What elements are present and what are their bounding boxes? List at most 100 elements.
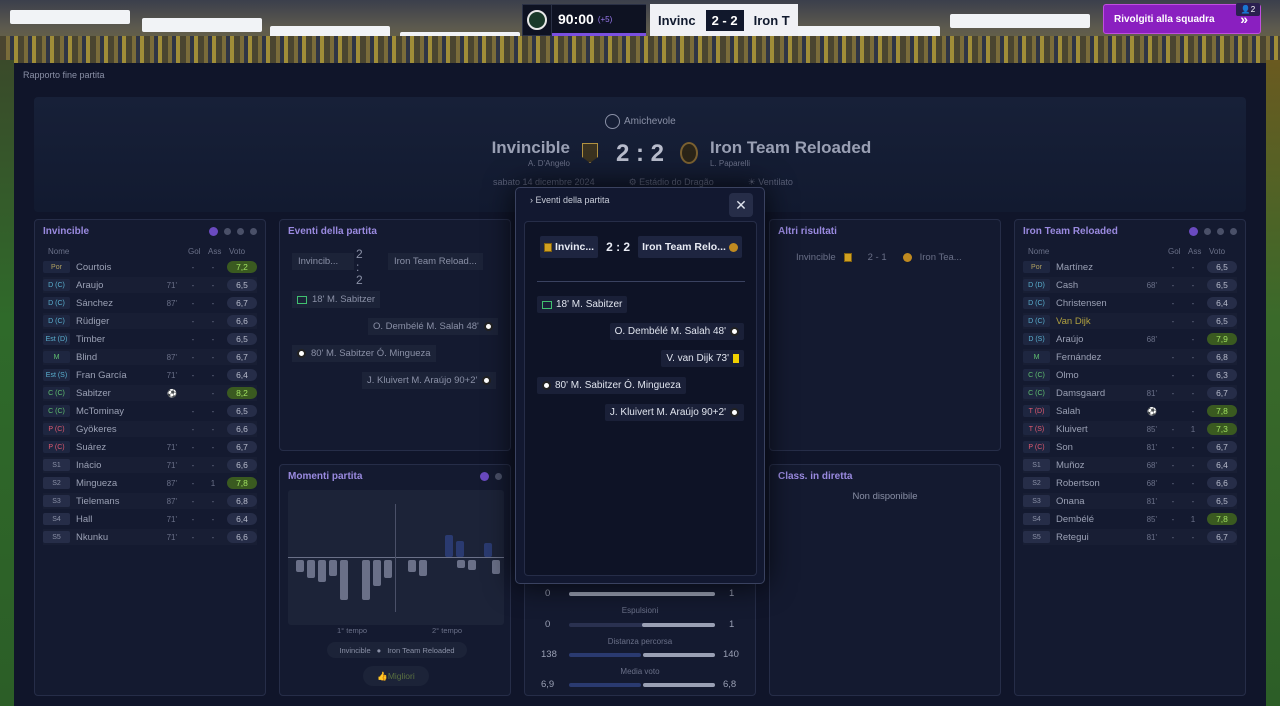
rating: 6,7	[1207, 531, 1237, 543]
sub-time: 81'	[1146, 496, 1157, 506]
player-row[interactable]: D (C) Van Dijk - - 6,5	[1023, 313, 1237, 329]
momentum-bar	[362, 560, 370, 600]
position-badge: T (D)	[1023, 405, 1050, 417]
sub-time: 81'	[1146, 532, 1157, 542]
goals: -	[1171, 442, 1175, 452]
home-lineup-panel: Invincible Nome Gol Ass Voto Por Courtois…	[34, 219, 266, 696]
player-row[interactable]: D (C) Araujo 71' - - 6,5	[43, 277, 257, 293]
player-row[interactable]: C (C) Sabitzer ⚽ - 8,2	[43, 385, 257, 401]
assists: -	[211, 352, 215, 362]
page-dots[interactable]	[209, 227, 257, 236]
player-row[interactable]: S5 Retegui 81' - - 6,7	[1023, 529, 1237, 545]
assists: -	[211, 442, 215, 452]
momentum-bar	[329, 560, 337, 576]
modal-score-header: Invinc... 2 : 2 Iron Team Relo...	[540, 236, 745, 258]
position-badge: D (C)	[1023, 315, 1050, 327]
player-row[interactable]: S3 Tielemans 87' - - 6,8	[43, 493, 257, 509]
notification-badge[interactable]: 👤 2	[1236, 3, 1260, 16]
rating: 7,9	[1207, 333, 1237, 345]
player-row[interactable]: S4 Hall 71' - - 6,4	[43, 511, 257, 527]
player-row[interactable]: D (D) Cash 68' - - 6,5	[1023, 277, 1237, 293]
chart-legend: Invincible ● Iron Team Reloaded	[327, 642, 467, 658]
momentum-bar	[318, 560, 326, 582]
player-row[interactable]: S1 Muñoz 68' - - 6,4	[1023, 457, 1237, 473]
pitch-edge-left	[0, 60, 14, 706]
player-row[interactable]: D (C) Rüdiger - - 6,6	[43, 313, 257, 329]
player-row[interactable]: C (C) Damsgaard 81' - - 6,7	[1023, 385, 1237, 401]
assists: -	[1191, 352, 1195, 362]
player-row[interactable]: S3 Onana 81' - - 6,5	[1023, 493, 1237, 509]
goals: -	[191, 496, 195, 506]
goals: -	[191, 280, 195, 290]
player-row[interactable]: T (S) Kluivert 85' - 1 7,3	[1023, 421, 1237, 437]
scoreboard: 90:00 (+5) Invinc 2 - 2 Iron T	[522, 4, 798, 36]
player-row[interactable]: Est (D) Timber - - 6,5	[43, 331, 257, 347]
player-row[interactable]: D (C) Christensen - - 6,4	[1023, 295, 1237, 311]
player-name: Sánchez	[76, 297, 113, 309]
assists: -	[1191, 298, 1195, 308]
player-name: Nkunku	[76, 531, 109, 543]
player-row[interactable]: D (S) Araújo 68' - 7,9	[1023, 331, 1237, 347]
events-score: 2 : 2	[356, 247, 363, 287]
home-team[interactable]: Invincible A. D'Angelo	[492, 138, 570, 168]
player-row[interactable]: S4 Dembélé 85' - 1 7,8	[1023, 511, 1237, 527]
best-moments-button[interactable]: 👍 Migliori	[363, 666, 429, 686]
player-row[interactable]: S1 Inácio 71' - - 6,6	[43, 457, 257, 473]
player-row[interactable]: M Fernández - - 6,8	[1023, 349, 1237, 365]
result-row[interactable]: Invincible 2 - 1 Iron Tea...	[786, 246, 986, 268]
stat-label: Media voto	[620, 667, 660, 676]
event-item: O. Dembélé M. Salah 48'	[368, 318, 498, 335]
momentum-bar	[408, 560, 416, 572]
player-name: Retegui	[1056, 531, 1089, 543]
player-row[interactable]: Por Courtois - - 7,2	[43, 259, 257, 275]
other-results-panel: Altri risultati Invincible 2 - 1 Iron Tea…	[769, 219, 1001, 451]
momentum-bar	[340, 560, 348, 600]
assists: -	[1191, 460, 1195, 470]
player-row[interactable]: C (C) McTominay - - 6,5	[43, 403, 257, 419]
assists: -	[211, 406, 215, 416]
goals: -	[191, 478, 195, 488]
rating: 6,7	[227, 441, 257, 453]
player-row[interactable]: S2 Robertson 68' - - 6,6	[1023, 475, 1237, 491]
player-row[interactable]: P (C) Gyökeres - - 6,6	[43, 421, 257, 437]
player-row[interactable]: S5 Nkunku 71' - - 6,6	[43, 529, 257, 545]
away-crest-icon	[728, 242, 738, 252]
player-row[interactable]: M Blind 87' - - 6,7	[43, 349, 257, 365]
page-dots[interactable]	[1189, 227, 1237, 236]
position-badge: Por	[43, 261, 70, 273]
position-badge: Est (D)	[43, 333, 70, 345]
player-row[interactable]: T (D) Salah ⚽ - 7,8	[1023, 403, 1237, 419]
rating: 6,6	[227, 459, 257, 471]
final-score: 2 : 2	[616, 140, 665, 167]
player-row[interactable]: D (C) Sánchez 87' - - 6,7	[43, 295, 257, 311]
competition-logo-icon	[522, 4, 552, 36]
half2-label: 2° tempo	[432, 626, 463, 635]
player-row[interactable]: S2 Mingueza 87' - 1 7,8	[43, 475, 257, 491]
player-row[interactable]: P (C) Suárez 71' - - 6,7	[43, 439, 257, 455]
rating: 7,8	[1207, 405, 1237, 417]
player-name: Robertson	[1056, 477, 1100, 489]
position-badge: S4	[1023, 513, 1050, 525]
goals: -	[191, 406, 195, 416]
assists: -	[211, 280, 215, 290]
player-row[interactable]: Por Martínez - - 6,5	[1023, 259, 1237, 275]
momentum-bar	[445, 535, 453, 557]
away-team[interactable]: Iron Team Reloaded L. Paparelli	[710, 138, 871, 168]
ball-icon	[730, 408, 739, 417]
close-icon[interactable]: ✕	[729, 193, 753, 217]
player-row[interactable]: P (C) Son 81' - - 6,7	[1023, 439, 1237, 455]
rating: 6,7	[227, 297, 257, 309]
position-badge: D (C)	[43, 297, 70, 309]
score-value: 2 - 2	[705, 9, 744, 31]
player-name: Suárez	[76, 441, 107, 453]
assists: -	[1191, 496, 1195, 506]
sub-time: 85'	[1146, 424, 1157, 434]
position-badge: S2	[1023, 477, 1050, 489]
page-dots[interactable]	[480, 472, 502, 481]
player-name: McTominay	[76, 405, 125, 417]
player-row[interactable]: Est (S) Fran García 71' - - 6,4	[43, 367, 257, 383]
sub-time: 71'	[166, 442, 177, 452]
rating: 6,5	[227, 333, 257, 345]
assists: -	[211, 496, 215, 506]
player-row[interactable]: C (C) Olmo - - 6,3	[1023, 367, 1237, 383]
